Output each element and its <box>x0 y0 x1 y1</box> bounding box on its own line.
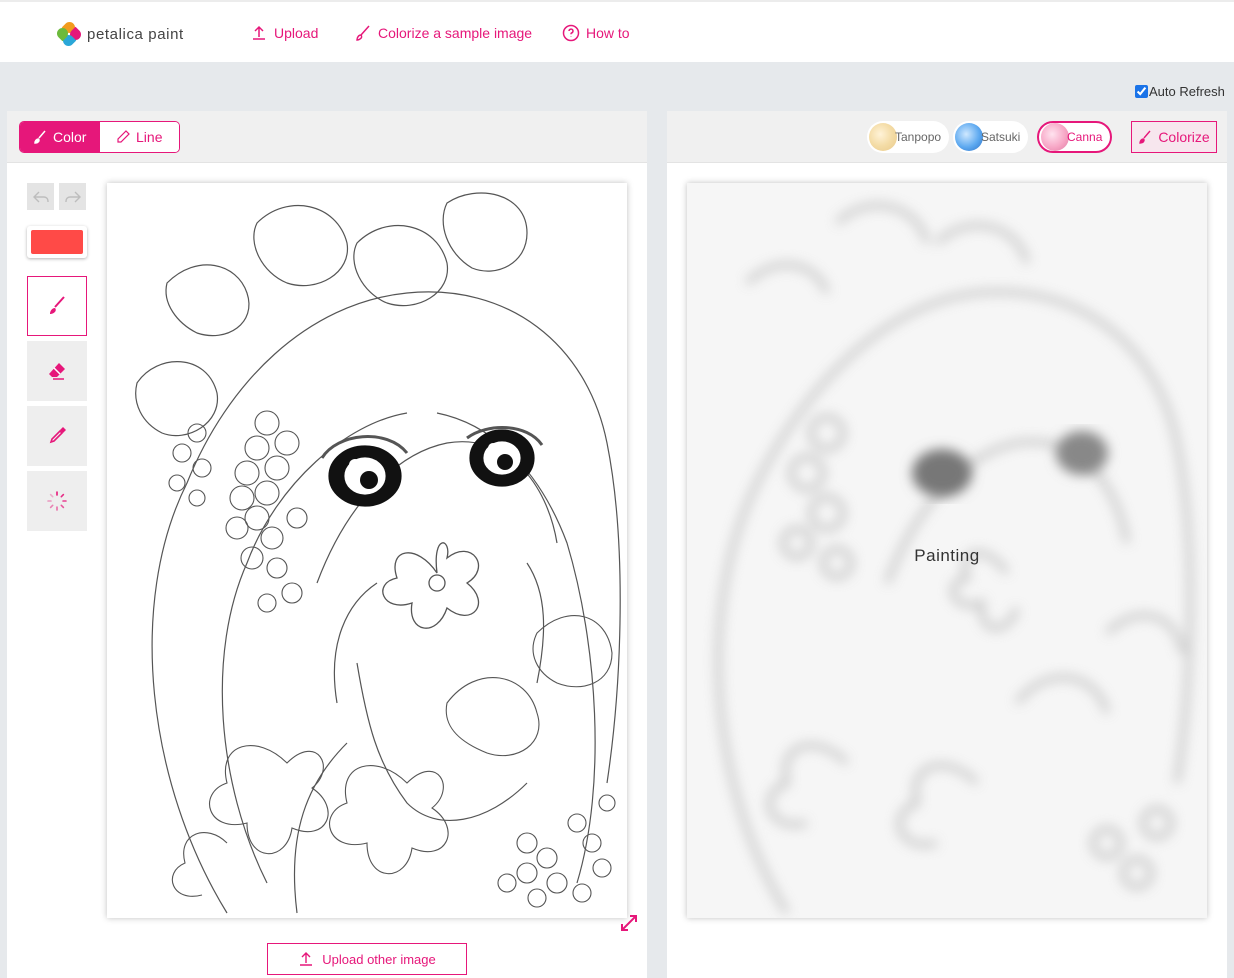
auto-refresh-checkbox[interactable] <box>1135 85 1148 98</box>
mode-line-label: Line <box>136 129 163 145</box>
style-satsuki[interactable]: Satsuki <box>953 121 1029 153</box>
expand-icon[interactable] <box>619 913 639 933</box>
nav-sample-label: Colorize a sample image <box>378 25 533 41</box>
tanpopo-avatar <box>869 123 897 151</box>
mode-toggle: Color Line <box>19 121 180 153</box>
satsuki-avatar <box>955 123 983 151</box>
line-art-panel: Color Line Upload other image <box>7 111 647 978</box>
canna-avatar <box>1041 123 1069 151</box>
line-art-panel-header: Color Line <box>7 111 647 163</box>
nav-howto[interactable]: How to <box>562 24 630 42</box>
brush-icon <box>356 25 370 41</box>
app-name: petalica paint <box>87 25 184 43</box>
brush-tool-button[interactable] <box>27 276 87 336</box>
redo-button[interactable] <box>59 183 86 210</box>
mode-color-button[interactable]: Color <box>20 122 100 152</box>
result-panel-header: Tanpopo Satsuki Canna Colorize <box>667 111 1227 163</box>
upload-other-label: Upload other image <box>322 951 436 967</box>
current-color <box>31 230 83 254</box>
undo-button[interactable] <box>27 183 54 210</box>
colorize-button[interactable]: Colorize <box>1131 121 1217 153</box>
style-canna[interactable]: Canna <box>1037 121 1113 153</box>
style-canna-label: Canna <box>1067 130 1103 144</box>
result-panel: Tanpopo Satsuki Canna Colorize Painting <box>667 111 1227 978</box>
style-tanpopo-label: Tanpopo <box>895 130 942 144</box>
upload-icon <box>253 25 265 40</box>
undo-icon <box>32 191 49 202</box>
loading-tool-button[interactable] <box>27 471 87 531</box>
nav-upload-label: Upload <box>274 25 319 41</box>
style-satsuki-label: Satsuki <box>981 130 1021 144</box>
nav-sample[interactable]: Colorize a sample image <box>354 24 532 42</box>
upload-icon <box>300 952 313 966</box>
app-logo[interactable]: petalica paint <box>54 19 184 49</box>
eyedropper-tool-button[interactable] <box>27 406 87 466</box>
help-icon <box>562 24 580 42</box>
app-header: petalica paint Upload Colorize a sample … <box>0 0 1234 62</box>
auto-refresh-label: Auto Refresh <box>1149 84 1225 99</box>
auto-refresh-toggle[interactable]: Auto Refresh <box>1135 84 1225 99</box>
undo-redo-group <box>27 183 86 210</box>
line-art-canvas[interactable] <box>107 183 627 918</box>
upload-other-image-button[interactable]: Upload other image <box>267 943 467 975</box>
line-art-image <box>135 192 621 914</box>
pen-icon <box>117 130 130 143</box>
brush-icon <box>50 296 65 314</box>
redo-icon <box>64 191 81 202</box>
brush-icon <box>1139 130 1151 144</box>
mode-line-button[interactable]: Line <box>99 122 179 152</box>
mode-color-label: Color <box>53 129 87 145</box>
colorize-label: Colorize <box>1158 129 1210 145</box>
nav-upload[interactable]: Upload <box>250 24 318 42</box>
loading-icon <box>47 491 67 511</box>
eraser-icon <box>49 363 65 380</box>
brush-icon <box>34 130 46 144</box>
result-canvas: Painting <box>687 183 1207 918</box>
painting-status: Painting <box>914 546 980 565</box>
color-picker-swatch[interactable] <box>27 226 87 258</box>
logo-mark-icon <box>54 19 84 49</box>
eyedropper-icon <box>49 427 66 444</box>
result-workspace: Painting <box>667 163 1227 978</box>
style-tanpopo[interactable]: Tanpopo <box>867 121 950 153</box>
nav-howto-label: How to <box>586 25 630 41</box>
line-art-workspace: Upload other image <box>7 163 647 978</box>
eraser-tool-button[interactable] <box>27 341 87 401</box>
